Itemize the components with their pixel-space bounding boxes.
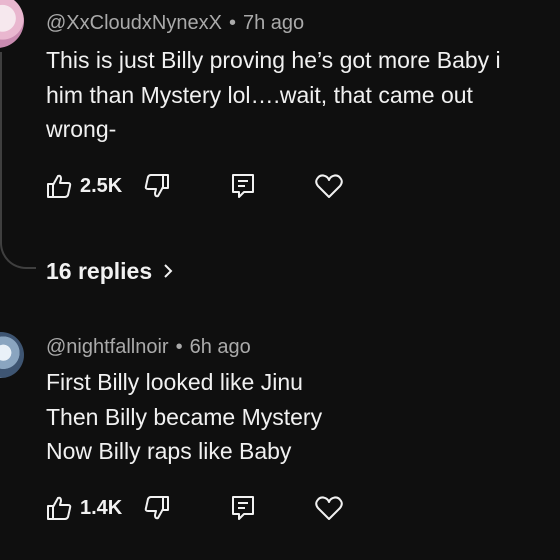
thumbs-down-icon[interactable] — [144, 494, 170, 522]
comment-text: This is just Billy proving he’s got more… — [46, 43, 501, 147]
heart-icon[interactable] — [314, 494, 344, 522]
comment-time[interactable]: 6h ago — [190, 336, 251, 358]
comment-line: First Billy looked like Jinu — [46, 369, 303, 395]
comments-panel: @XxCloudxNynexX • 7h ago This is just Bill… — [0, 0, 560, 560]
comment-line: Then Billy became Mystery — [46, 403, 323, 430]
like-count: 1.4K — [80, 497, 123, 519]
avatar[interactable] — [0, 332, 24, 378]
reply-icon[interactable] — [230, 172, 256, 200]
comment-meta: @nightfallnoir • 6h ago — [46, 336, 251, 359]
comment-line: him than Mystery lol….wait, that came ou… — [46, 81, 473, 108]
chevron-right-icon — [164, 264, 173, 278]
avatar[interactable] — [0, 0, 24, 48]
like-count: 2.5K — [80, 175, 123, 197]
comment-line: wrong- — [46, 116, 117, 142]
thumbs-up-icon[interactable] — [46, 172, 72, 200]
reply-icon[interactable] — [230, 494, 256, 522]
comment-meta: @XxCloudxNynexX • 7h ago — [46, 12, 304, 35]
thread-line — [0, 52, 36, 269]
thumbs-up-icon[interactable] — [46, 494, 72, 522]
heart-icon[interactable] — [314, 172, 344, 200]
view-replies-button[interactable]: 16 replies — [46, 255, 174, 287]
replies-label: 16 replies — [46, 257, 153, 284]
meta-separator: • — [228, 12, 236, 34]
comment-line: This is just Billy proving he’s got more… — [46, 47, 501, 73]
comment-author[interactable]: @XxCloudxNynexX — [46, 12, 222, 34]
comment-text: First Billy looked like Jinu Then Billy … — [46, 365, 322, 469]
thumbs-down-icon[interactable] — [144, 172, 170, 200]
comment-line: Now Billy raps like Baby — [46, 438, 292, 464]
comment-author[interactable]: @nightfallnoir — [46, 336, 169, 358]
meta-separator: • — [175, 336, 183, 358]
comment-time[interactable]: 7h ago — [243, 12, 304, 34]
